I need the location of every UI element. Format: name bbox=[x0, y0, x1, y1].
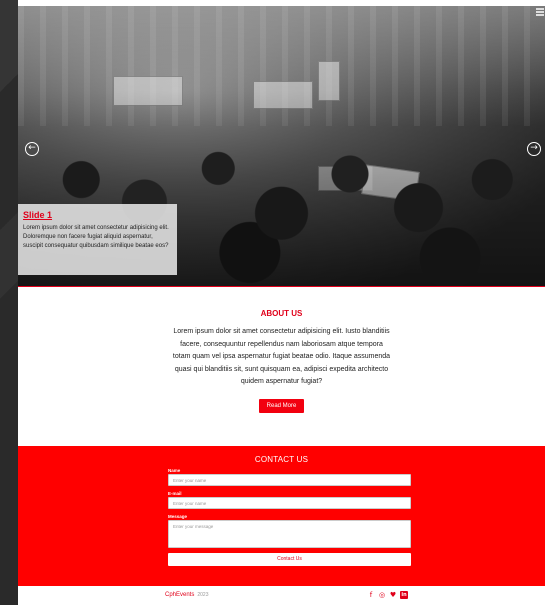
message-label: Message bbox=[168, 514, 188, 519]
copyright-year: 2023 bbox=[197, 592, 209, 598]
facebook-icon[interactable]: f bbox=[367, 591, 375, 599]
name-label: Name bbox=[168, 468, 181, 473]
contact-submit-button[interactable]: Contact Us bbox=[168, 553, 411, 566]
message-field[interactable]: Enter your message bbox=[168, 520, 411, 548]
instagram-icon[interactable]: ◎ bbox=[378, 591, 386, 599]
about-section: ABOUT US Lorem ipsum dolor sit amet cons… bbox=[18, 286, 545, 446]
about-text: Lorem ipsum dolor sit amet consectetur a… bbox=[172, 328, 391, 386]
slide-text: Lorem ipsum dolor sit amet consectetur a… bbox=[23, 225, 169, 249]
email-field[interactable]: Enter your name bbox=[168, 497, 411, 509]
brand-name: CphEvents bbox=[165, 592, 195, 598]
carousel-prev-button[interactable]: ← bbox=[25, 142, 39, 156]
slide-title[interactable]: Slide 1 bbox=[23, 210, 172, 220]
linkedin-icon[interactable]: in bbox=[400, 591, 408, 599]
carousel-next-button[interactable]: → bbox=[527, 142, 541, 156]
read-more-button[interactable]: Read More bbox=[258, 398, 305, 413]
name-field[interactable]: Enter your name bbox=[168, 474, 411, 486]
contact-section: CONTACT US Name Enter your name E-mail E… bbox=[18, 446, 545, 586]
email-label: E-mail bbox=[168, 491, 182, 496]
contact-form: Name Enter your name E-mail Enter your n… bbox=[168, 468, 411, 566]
about-title: ABOUT US bbox=[260, 309, 303, 318]
footer-brand[interactable]: CphEvents 2023 bbox=[165, 592, 208, 598]
hero-carousel: ← → Slide 1 Lorem ipsum dolor sit amet c… bbox=[18, 6, 545, 286]
social-links: f ◎ ♥ in bbox=[367, 591, 408, 599]
hamburger-menu-icon[interactable] bbox=[536, 8, 544, 17]
slide-caption: Slide 1 Lorem ipsum dolor sit amet conse… bbox=[18, 204, 177, 275]
website-page: ← → Slide 1 Lorem ipsum dolor sit amet c… bbox=[18, 0, 545, 605]
arrow-left-icon: ← bbox=[28, 143, 36, 153]
contact-title: CONTACT US bbox=[254, 455, 309, 464]
twitter-icon[interactable]: ♥ bbox=[389, 591, 397, 599]
arrow-right-icon: → bbox=[530, 143, 538, 153]
footer: CphEvents 2023 f ◎ ♥ in bbox=[18, 586, 545, 605]
